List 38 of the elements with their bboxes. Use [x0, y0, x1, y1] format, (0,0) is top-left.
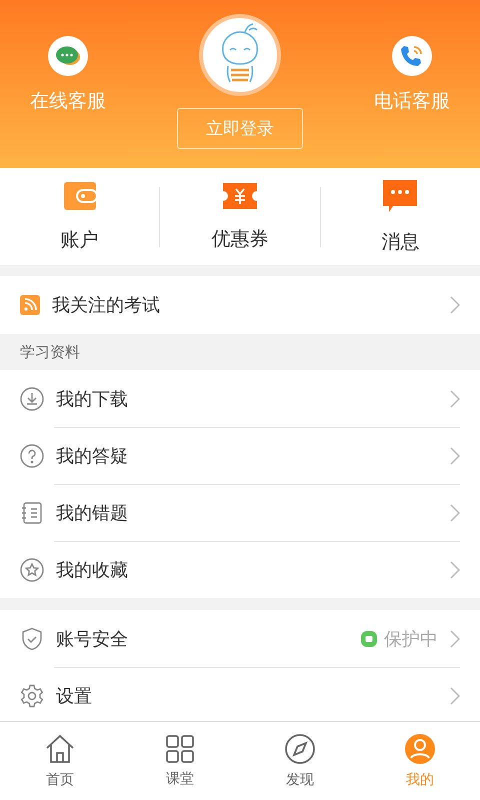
chevron-icon [450, 390, 460, 408]
message-icon [382, 178, 418, 212]
tab-bar-item[interactable]: 发现 [240, 722, 360, 800]
chevron-icon [450, 630, 460, 648]
coupon-icon [222, 182, 258, 210]
row-label: 我的错题 [56, 502, 129, 524]
phone-icon [399, 43, 425, 69]
settings-icon [20, 684, 44, 708]
chevron-icon [450, 686, 460, 704]
quick-action[interactable]: 消息 [320, 178, 480, 254]
tab-bar-item[interactable]: 课堂 [120, 722, 240, 800]
row-label: 我关注的考试 [52, 294, 161, 317]
grid-icon [165, 734, 195, 764]
row-label: 设置 [56, 684, 93, 708]
quick-action[interactable]: 优惠券 [160, 182, 320, 252]
chevron-icon [450, 504, 460, 522]
menu-row[interactable]: 我关注的考试 [0, 276, 480, 334]
row-label: 账号安全 [56, 628, 129, 650]
compass-icon [284, 733, 316, 765]
wallet-icon [62, 180, 97, 210]
download-icon [20, 386, 44, 410]
row-label: 我的答疑 [56, 444, 129, 468]
chevron-icon [450, 446, 460, 464]
status-text: 保护中 [384, 628, 438, 650]
quick-action[interactable]: 账户 [0, 180, 160, 252]
shield-icon [20, 626, 44, 650]
tab-bar-item[interactable]: 首页 [0, 722, 120, 800]
chevron-icon [450, 560, 460, 578]
chat-icon [55, 45, 81, 67]
chevron-icon [450, 296, 460, 314]
home-icon [44, 733, 76, 765]
rss-icon [20, 295, 40, 315]
user-icon [404, 733, 436, 765]
row-label: 我的收藏 [56, 558, 129, 582]
question-icon [20, 444, 44, 468]
notebook-icon [20, 500, 44, 524]
row-label: 我的下载 [56, 388, 129, 410]
section-title: 学习资料 [19, 342, 81, 362]
